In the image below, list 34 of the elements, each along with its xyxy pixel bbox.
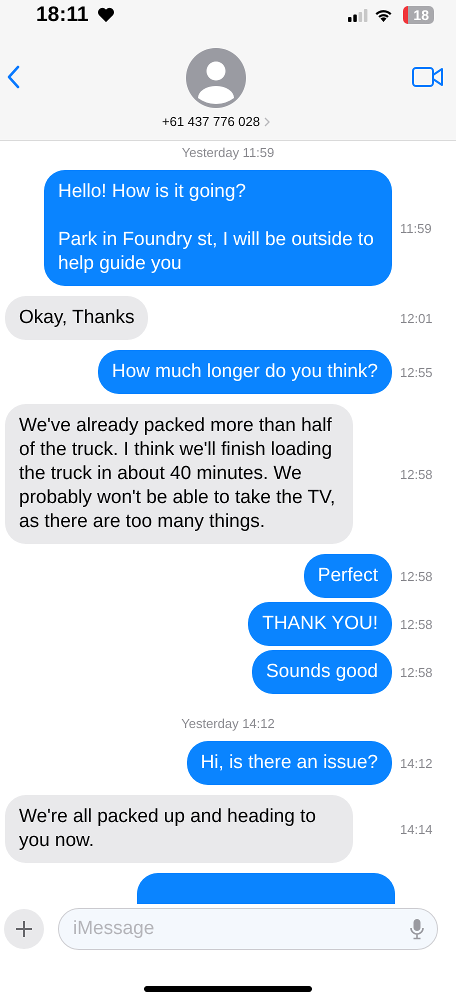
battery-level: 18 [403, 6, 434, 24]
message-bubble: We're all packed up and heading to you now. [5, 795, 353, 863]
message-field[interactable]: iMessage [58, 908, 438, 950]
back-icon[interactable] [6, 65, 20, 89]
avatar-icon[interactable] [186, 48, 246, 108]
contact-name[interactable]: +61 437 776 028 [162, 114, 270, 129]
heart-icon [96, 7, 115, 23]
message-bubble: Perfect [304, 554, 392, 598]
message-time: 14:14 [400, 822, 434, 836]
message-bubble: How much longer do you think? [98, 350, 392, 394]
status-time: 18:11 [36, 3, 89, 27]
message-time: 12:58 [400, 466, 434, 482]
message-time: 12:55 [400, 364, 434, 380]
chevron-icon [264, 116, 270, 126]
microphone-icon[interactable] [410, 918, 424, 940]
message-time: 14:12 [400, 756, 434, 770]
message-time: 12:58 [400, 664, 434, 680]
date-label: Yesterday 14:12 [180, 716, 276, 731]
message-bubble: Hello! How is it going? Park in Foundry st, I will be outside to help guide you [44, 170, 392, 286]
wifi-icon [374, 8, 394, 22]
video-call-icon[interactable] [412, 66, 444, 88]
message-time: 12:01 [400, 310, 434, 326]
add-button[interactable] [4, 909, 44, 949]
message-bubble: Sounds good [252, 650, 392, 694]
message-time: 12:58 [400, 616, 434, 632]
message-bubble: We've already packed more than half of the truck. I think we'll finish loading the truck in about 40 minutes. We probably won't be able to take the TV, as there are too many things. [5, 404, 353, 544]
message-time: 11:59 [400, 220, 433, 236]
message-time: 12:58 [400, 568, 434, 584]
date-label: Yesterday 11:59 [180, 145, 276, 160]
signal-icon [348, 8, 368, 22]
message-bubble: Okay, Thanks [5, 296, 148, 340]
plus-icon [15, 920, 33, 938]
message-bubble: Hi, is there an issue? [186, 741, 392, 785]
message-bubble: THANK YOU! [248, 602, 392, 646]
